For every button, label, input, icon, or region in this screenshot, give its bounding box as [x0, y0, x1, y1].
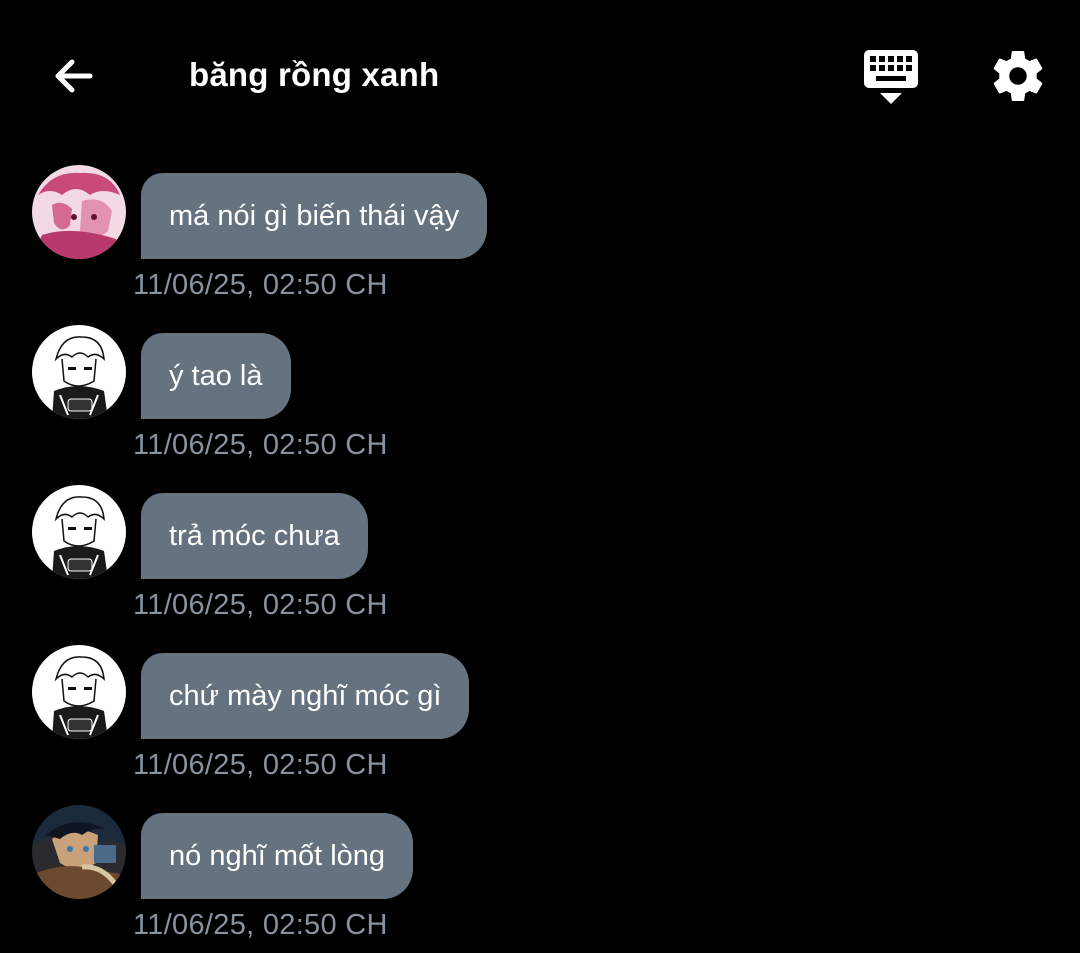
message-bubble[interactable]: nó nghĩ mốt lòng [141, 813, 414, 899]
avatar[interactable] [32, 485, 126, 579]
message-bubble[interactable]: má nói gì biến thái vậy [141, 173, 488, 259]
message-timestamp: 11/06/25, 02:50 CH [133, 749, 388, 781]
avatar[interactable] [32, 325, 126, 419]
keyboard-hide-icon [864, 50, 918, 104]
avatar[interactable] [32, 165, 126, 259]
chat-screen: băng rồng xanh má nói gì biến thái vậy 1… [0, 0, 1080, 953]
pink-manga-avatar-icon [32, 165, 126, 259]
message-item: ý tao là 11/06/25, 02:50 CH [0, 325, 1080, 485]
message-item: má nói gì biến thái vậy 11/06/25, 02:50 … [0, 165, 1080, 325]
message-item: chứ mày nghĩ móc gì 11/06/25, 02:50 CH [0, 645, 1080, 805]
chat-title: băng rồng xanh [189, 56, 440, 93]
settings-button[interactable] [988, 46, 1048, 106]
message-timestamp: 11/06/25, 02:50 CH [133, 269, 388, 301]
back-button[interactable] [44, 46, 104, 106]
gear-icon [993, 51, 1043, 101]
arrow-left-icon [55, 59, 93, 93]
white-hair-manga-avatar-icon [32, 325, 126, 419]
message-bubble[interactable]: chứ mày nghĩ móc gì [141, 653, 470, 739]
keyboard-toggle-button[interactable] [860, 46, 922, 108]
message-bubble[interactable]: trả móc chưa [141, 493, 368, 579]
chat-header: băng rồng xanh [0, 0, 1080, 150]
avatar[interactable] [32, 645, 126, 739]
message-timestamp: 11/06/25, 02:50 CH [133, 909, 388, 941]
white-hair-manga-avatar-icon [32, 485, 126, 579]
avatar[interactable] [32, 805, 126, 899]
white-hair-manga-avatar-icon [32, 645, 126, 739]
message-bubble[interactable]: ý tao là [141, 333, 291, 419]
message-item: nó nghĩ mốt lòng 11/06/25, 02:50 CH [0, 805, 1080, 953]
message-timestamp: 11/06/25, 02:50 CH [133, 589, 388, 621]
message-item: trả móc chưa 11/06/25, 02:50 CH [0, 485, 1080, 645]
message-timestamp: 11/06/25, 02:50 CH [133, 429, 388, 461]
dark-hair-anime-avatar-icon [32, 805, 126, 899]
